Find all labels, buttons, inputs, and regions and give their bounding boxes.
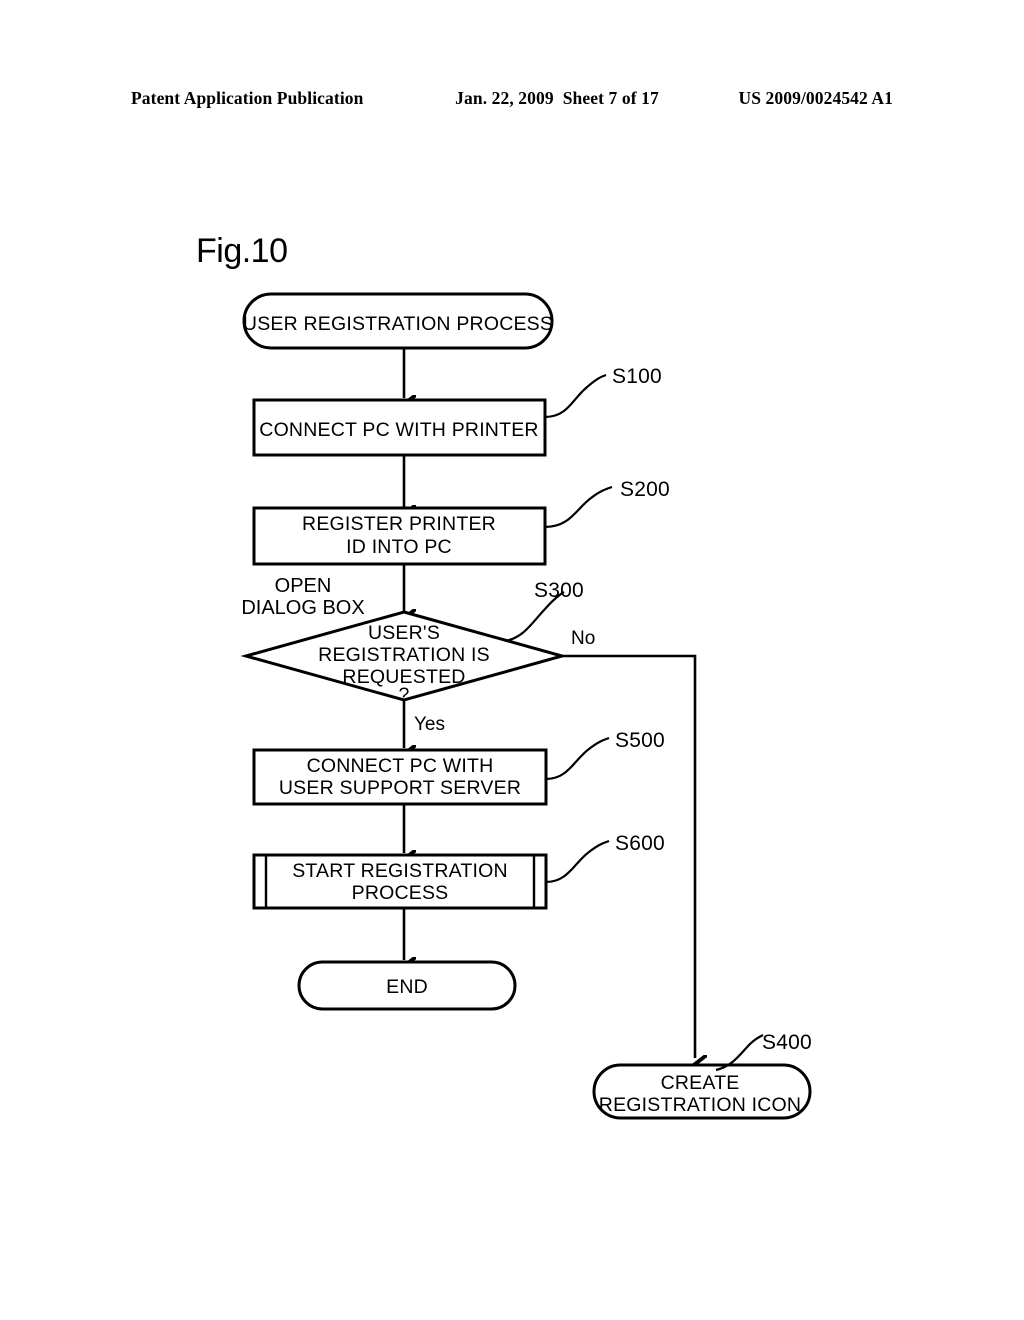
- node-s200-label-line2: ID INTO PC: [346, 536, 452, 558]
- node-s600-label-line2: PROCESS: [352, 882, 449, 904]
- step-label-s200: S200: [620, 478, 670, 501]
- annotation-open-dialog-line2: DIALOG BOX: [241, 597, 364, 619]
- node-s200-label-line1: REGISTER PRINTER: [302, 513, 496, 535]
- node-s300-label-line1: USER'S: [368, 622, 440, 644]
- node-s100: CONNECT PC WITH PRINTER: [252, 398, 547, 457]
- leader-s200: [544, 485, 613, 529]
- step-label-s100: S100: [612, 365, 662, 388]
- node-s300: USER'S REGISTRATION IS REQUESTED ?: [240, 610, 568, 706]
- node-s500-label-line2: USER SUPPORT SERVER: [279, 777, 521, 799]
- node-s400-label-line1: CREATE: [661, 1072, 740, 1094]
- node-start-label: USER REGISTRATION PROCESS: [243, 313, 553, 335]
- node-s400-label-line2: REGISTRATION ICON: [599, 1094, 801, 1116]
- step-label-s500: S500: [615, 729, 665, 752]
- node-s500-label-line1: CONNECT PC WITH: [307, 755, 494, 777]
- node-s100-label: CONNECT PC WITH PRINTER: [259, 419, 538, 441]
- node-s200: REGISTER PRINTER ID INTO PC: [252, 506, 547, 566]
- node-s400: CREATE REGISTRATION ICON: [592, 1063, 812, 1120]
- step-label-s600: S600: [615, 832, 665, 855]
- leader-s100: [544, 373, 607, 419]
- leader-s500: [545, 736, 610, 781]
- step-label-s400: S400: [762, 1031, 812, 1054]
- node-start: USER REGISTRATION PROCESS: [242, 292, 554, 350]
- branch-label-yes: Yes: [414, 714, 445, 735]
- node-s500: CONNECT PC WITH USER SUPPORT SERVER: [252, 748, 548, 806]
- flowchart-diagram: USER REGISTRATION PROCESS CONNECT PC WIT…: [240, 292, 812, 1120]
- node-s600: START REGISTRATION PROCESS: [252, 853, 548, 910]
- node-s600-label-line1: START REGISTRATION: [292, 860, 508, 882]
- node-end: END: [297, 960, 517, 1011]
- leader-s600: [545, 839, 610, 884]
- branch-label-no: No: [571, 628, 595, 649]
- patent-page: Patent Application Publication Jan. 22, …: [0, 0, 1024, 1320]
- node-s300-label-line2: REGISTRATION IS: [318, 644, 490, 666]
- node-end-label: END: [386, 976, 428, 998]
- step-label-s300: S300: [534, 579, 584, 602]
- annotation-open-dialog-line1: OPEN: [275, 575, 332, 597]
- annotation-open-dialog-box: OPEN DIALOG BOX: [241, 575, 364, 619]
